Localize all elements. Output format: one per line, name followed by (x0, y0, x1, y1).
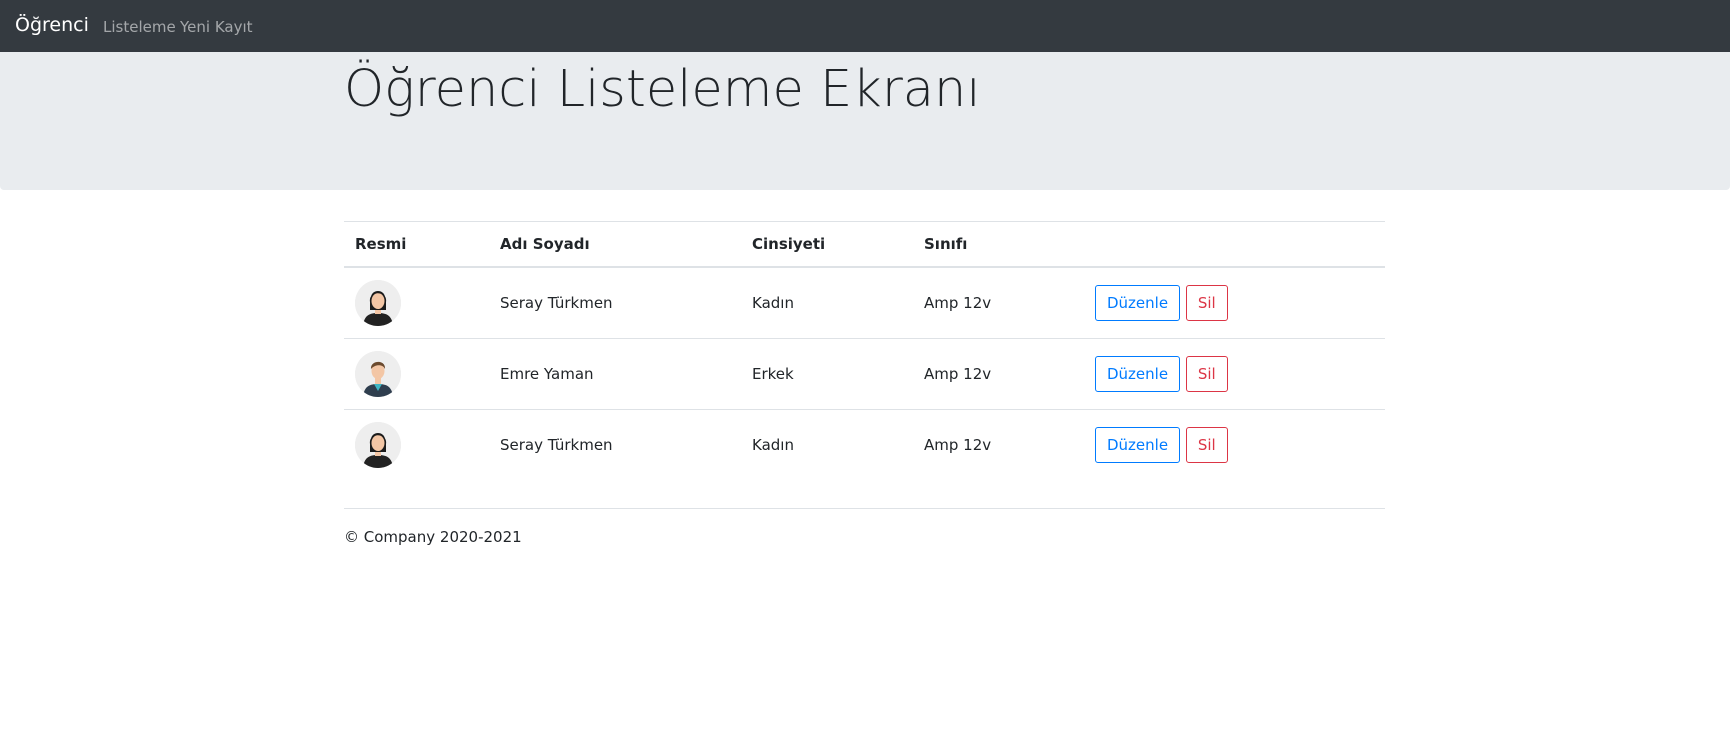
column-header-actions (1084, 221, 1385, 268)
student-class: Amp 12v (913, 338, 1084, 410)
female-avatar-icon (355, 280, 401, 326)
page-title: Öğrenci Listeleme Ekranı (344, 60, 981, 119)
student-gender: Erkek (741, 338, 913, 410)
delete-button[interactable]: Sil (1185, 427, 1228, 463)
table-row: Seray Türkmen Kadın Amp 12v Düzenle Sil (344, 409, 1385, 480)
student-table-container: Resmi Adı Soyadı Cinsiyeti Sınıfı Seray … (344, 221, 1385, 480)
edit-button[interactable]: Düzenle (1095, 356, 1181, 392)
edit-button[interactable]: Düzenle (1095, 427, 1181, 463)
female-avatar-icon (355, 422, 401, 468)
student-name: Emre Yaman (489, 338, 741, 410)
column-header-gender: Cinsiyeti (741, 221, 913, 268)
navbar: Öğrenci Listeleme Yeni Kayıt (0, 0, 1730, 52)
table-row: Seray Türkmen Kadın Amp 12v Düzenle Sil (344, 267, 1385, 339)
table-header-row: Resmi Adı Soyadı Cinsiyeti Sınıfı (344, 221, 1385, 268)
student-name: Seray Türkmen (489, 409, 741, 480)
footer: © Company 2020-2021 (344, 508, 1385, 546)
student-table: Resmi Adı Soyadı Cinsiyeti Sınıfı Seray … (344, 221, 1385, 480)
delete-button[interactable]: Sil (1185, 356, 1228, 392)
table-row: Emre Yaman Erkek Amp 12v Düzenle Sil (344, 338, 1385, 410)
navbar-brand[interactable]: Öğrenci (15, 14, 89, 37)
student-name: Seray Türkmen (500, 294, 613, 312)
student-class: Amp 12v (924, 294, 992, 312)
column-header-photo: Resmi (344, 221, 489, 268)
student-gender: Kadın (741, 409, 913, 480)
student-gender: Kadın (752, 294, 794, 312)
column-header-name: Adı Soyadı (489, 221, 741, 268)
delete-button[interactable]: Sil (1185, 285, 1228, 321)
footer-copyright: © Company 2020-2021 (344, 528, 522, 546)
male-avatar-icon (355, 351, 401, 397)
edit-button[interactable]: Düzenle (1095, 285, 1181, 321)
student-class: Amp 12v (913, 409, 1084, 480)
nav-link-listeleme[interactable]: Listeleme (103, 18, 176, 36)
column-header-class: Sınıfı (913, 221, 1084, 268)
nav-link-yeni-kayit[interactable]: Yeni Kayıt (180, 18, 253, 36)
